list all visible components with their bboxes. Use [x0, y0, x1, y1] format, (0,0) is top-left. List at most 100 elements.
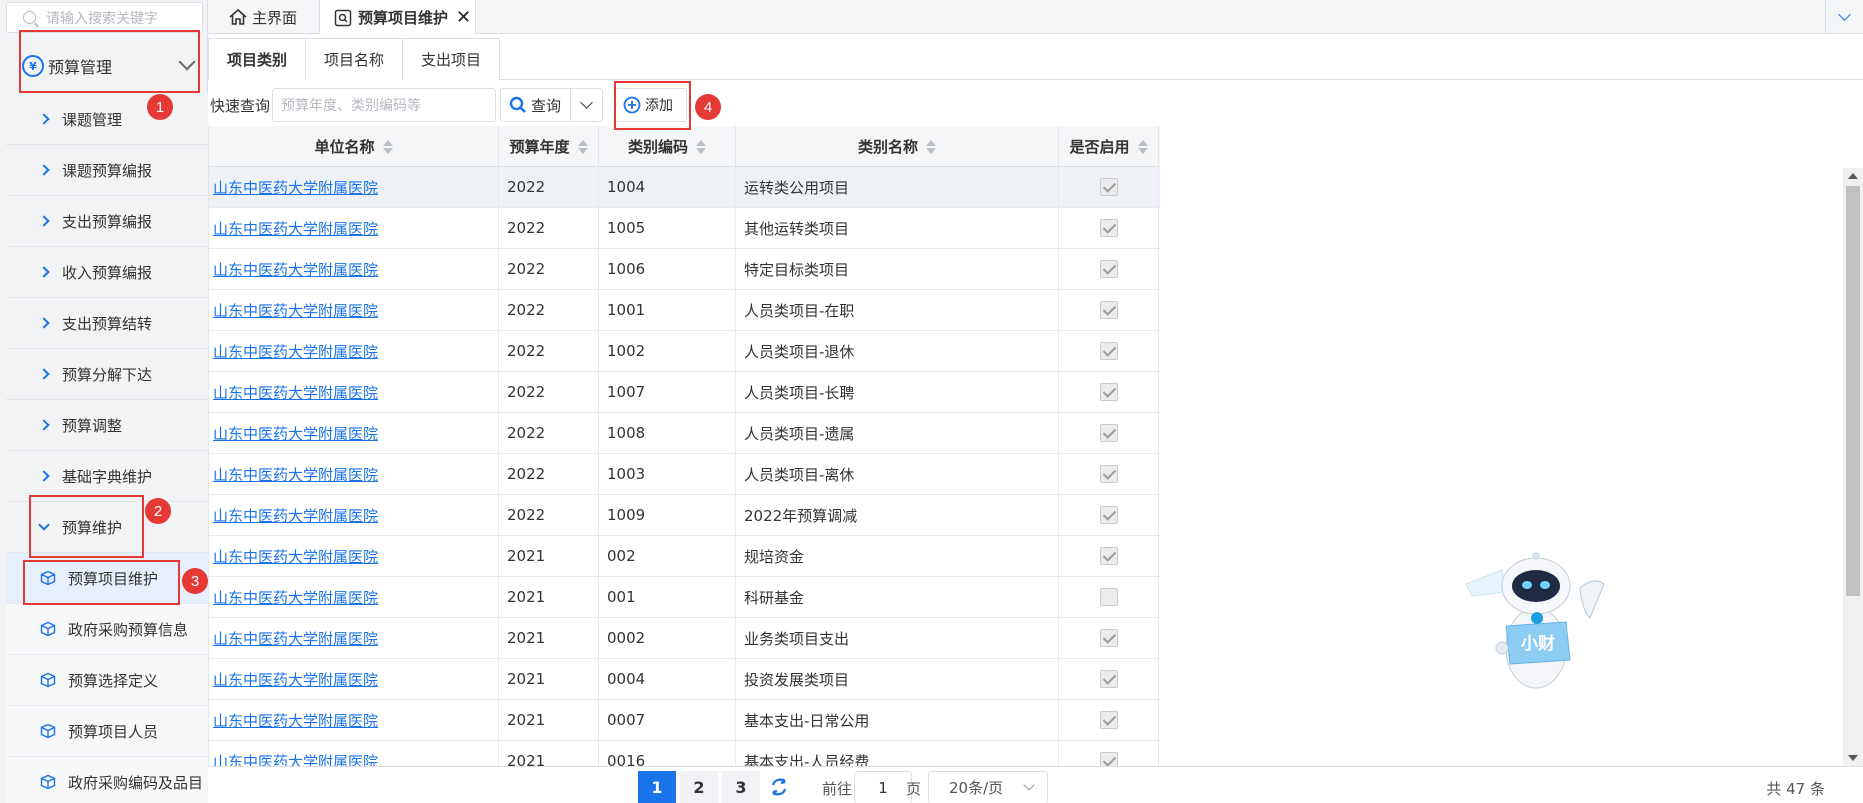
enabled-checkbox[interactable] [1099, 342, 1118, 360]
table-row[interactable]: 山东中医药大学附属医院 2022 1009 2022年预算调减 [209, 495, 1160, 536]
goto-page-input[interactable]: 1 [854, 771, 912, 803]
table-row[interactable]: 山东中医药大学附属医院 2021 0002 业务类项目支出 [209, 618, 1160, 659]
tab-home[interactable]: 主界面 [216, 0, 320, 34]
table-row[interactable]: 山东中医药大学附属医院 2021 001 科研基金 [209, 577, 1160, 618]
scroll-down-icon[interactable] [1848, 755, 1858, 761]
table-row[interactable]: 山东中医药大学附属医院 2022 1004 运转类公用项目 [209, 167, 1160, 208]
page-button[interactable]: 3 [722, 771, 760, 803]
unit-link[interactable]: 山东中医药大学附属医院 [213, 505, 378, 526]
enabled-checkbox[interactable] [1099, 711, 1118, 729]
unit-link[interactable]: 山东中医药大学附属医院 [213, 218, 378, 239]
sidebar-item[interactable]: 支出预算结转 [6, 298, 208, 349]
cell-name: 人员类项目-长聘 [736, 372, 1059, 412]
sidebar-item[interactable]: 预算分解下达 [6, 349, 208, 400]
query-button[interactable]: 查询 [500, 88, 572, 122]
refresh-icon[interactable] [768, 776, 790, 798]
column-header-label: 是否启用 [1069, 138, 1130, 156]
enabled-checkbox[interactable] [1099, 260, 1118, 278]
cell-enabled [1059, 208, 1159, 248]
table-row[interactable]: 山东中医药大学附属医院 2022 1001 人员类项目-在职 [209, 290, 1160, 331]
table-row[interactable]: 山东中医药大学附属医院 2022 1003 人员类项目-离休 [209, 454, 1160, 495]
table-row[interactable]: 山东中医药大学附属医院 2021 002 规培资金 [209, 536, 1160, 577]
sort-icon[interactable] [577, 139, 588, 155]
table-row[interactable]: 山东中医药大学附属医院 2022 1008 人员类项目-遗属 [209, 413, 1160, 454]
subtab-item-name[interactable]: 项目名称 [305, 38, 403, 80]
unit-link[interactable]: 山东中医药大学附属医院 [213, 628, 378, 649]
table-row[interactable]: 山东中医药大学附属医院 2021 0016 基本支出-人员经费 [209, 741, 1160, 766]
enabled-checkbox[interactable] [1099, 465, 1118, 483]
enabled-checkbox[interactable] [1099, 629, 1118, 647]
unit-link[interactable]: 山东中医药大学附属医院 [213, 341, 378, 362]
unit-link[interactable]: 山东中医药大学附属医院 [213, 177, 378, 198]
column-header[interactable]: 单位名称 [209, 126, 499, 167]
query-options-dropdown[interactable] [571, 88, 604, 122]
sidebar-item[interactable]: 收入预算编报 [6, 247, 208, 298]
quick-search-input[interactable]: 预算年度、类别编码等 [272, 88, 497, 122]
page-button[interactable]: 2 [680, 771, 718, 803]
scrollbar-thumb[interactable] [1846, 186, 1860, 596]
sidebar-item[interactable]: 课题预算编报 [6, 145, 208, 196]
menu-search-input[interactable]: 请输入搜索关键字 [6, 2, 203, 33]
unit-link[interactable]: 山东中医药大学附属医院 [213, 587, 378, 608]
unit-link[interactable]: 山东中医药大学附属医院 [213, 546, 378, 567]
total-count: 共 47 条 [1766, 780, 1825, 798]
table-row[interactable]: 山东中医药大学附属医院 2021 0004 投资发展类项目 [209, 659, 1160, 700]
table-row[interactable]: 山东中医药大学附属医院 2021 0007 基本支出-日常公用 [209, 700, 1160, 741]
page-button[interactable]: 1 [638, 771, 676, 803]
sidebar-subitem[interactable]: 政府采购预算信息 [6, 604, 208, 655]
enabled-checkbox[interactable] [1099, 670, 1118, 688]
unit-link[interactable]: 山东中医药大学附属医院 [213, 423, 378, 444]
sidebar-subitem[interactable]: 政府采购编码及品目 [6, 757, 208, 803]
unit-link[interactable]: 山东中医药大学附属医院 [213, 710, 378, 731]
enabled-checkbox[interactable] [1099, 178, 1118, 196]
unit-link[interactable]: 山东中医药大学附属医院 [213, 751, 378, 767]
sidebar-item[interactable]: 预算调整 [6, 400, 208, 451]
enabled-checkbox[interactable] [1099, 506, 1118, 524]
enabled-checkbox[interactable] [1099, 752, 1118, 766]
cell-code: 1003 [599, 454, 736, 494]
unit-link[interactable]: 山东中医药大学附属医院 [213, 382, 378, 403]
table-row[interactable]: 山东中医药大学附属医院 2022 1002 人员类项目-退休 [209, 331, 1160, 372]
sidebar-subitem[interactable]: 预算项目人员 [6, 706, 208, 757]
column-header[interactable]: 预算年度 [499, 126, 599, 167]
enabled-checkbox[interactable] [1099, 588, 1118, 606]
chevron-right-icon [38, 215, 50, 227]
home-icon [229, 8, 247, 25]
unit-link[interactable]: 山东中医药大学附属医院 [213, 669, 378, 690]
page-size-select[interactable]: 20条/页 [928, 771, 1048, 803]
cell-code: 1001 [599, 290, 736, 330]
unit-link[interactable]: 山东中医药大学附属医院 [213, 464, 378, 485]
subtab-category[interactable]: 项目类别 [208, 38, 306, 80]
sort-icon[interactable] [926, 139, 936, 155]
cell-unit: 山东中医药大学附属医院 [209, 208, 499, 248]
sidebar-menu: 课题管理 课题预算编报 支出预算编报 收入预算编报 支出预算结转 预算分解下达 预算调整 基础… [6, 94, 208, 803]
table-row[interactable]: 山东中医药大学附属医院 2022 1005 其他运转类项目 [209, 208, 1160, 249]
tab-list-dropdown[interactable] [1825, 0, 1863, 34]
subtab-expense-item[interactable]: 支出项目 [402, 38, 500, 80]
enabled-checkbox[interactable] [1099, 219, 1118, 237]
enabled-checkbox[interactable] [1099, 383, 1118, 401]
close-icon[interactable]: ✕ [456, 7, 471, 28]
enabled-checkbox[interactable] [1099, 301, 1118, 319]
cell-unit: 山东中医药大学附属医院 [209, 167, 499, 207]
vertical-scrollbar[interactable] [1843, 168, 1863, 766]
unit-link[interactable]: 山东中医药大学附属医院 [213, 259, 378, 280]
unit-link[interactable]: 山东中医药大学附属医院 [213, 300, 378, 321]
table-row[interactable]: 山东中医药大学附属医院 2022 1006 特定目标类项目 [209, 249, 1160, 290]
annotation-box-2 [29, 495, 144, 558]
sidebar-subitem[interactable]: 预算选择定义 [6, 655, 208, 706]
column-header[interactable]: 类别编码 [599, 126, 736, 167]
scroll-up-icon[interactable] [1848, 173, 1858, 179]
tab-budget-item-maintenance[interactable]: 预算项目维护 ✕ [320, 0, 476, 35]
column-header[interactable]: 是否启用 [1059, 126, 1159, 167]
column-header[interactable]: 类别名称 [736, 126, 1059, 167]
enabled-checkbox[interactable] [1099, 424, 1118, 442]
sidebar-item[interactable]: 课题管理 [6, 94, 208, 145]
cell-name: 特定目标类项目 [736, 249, 1059, 289]
sort-icon[interactable] [1137, 139, 1148, 155]
sort-icon[interactable] [382, 139, 393, 155]
table-row[interactable]: 山东中医药大学附属医院 2022 1007 人员类项目-长聘 [209, 372, 1160, 413]
sort-icon[interactable] [696, 139, 706, 155]
sidebar-item[interactable]: 支出预算编报 [6, 196, 208, 247]
enabled-checkbox[interactable] [1099, 547, 1118, 565]
